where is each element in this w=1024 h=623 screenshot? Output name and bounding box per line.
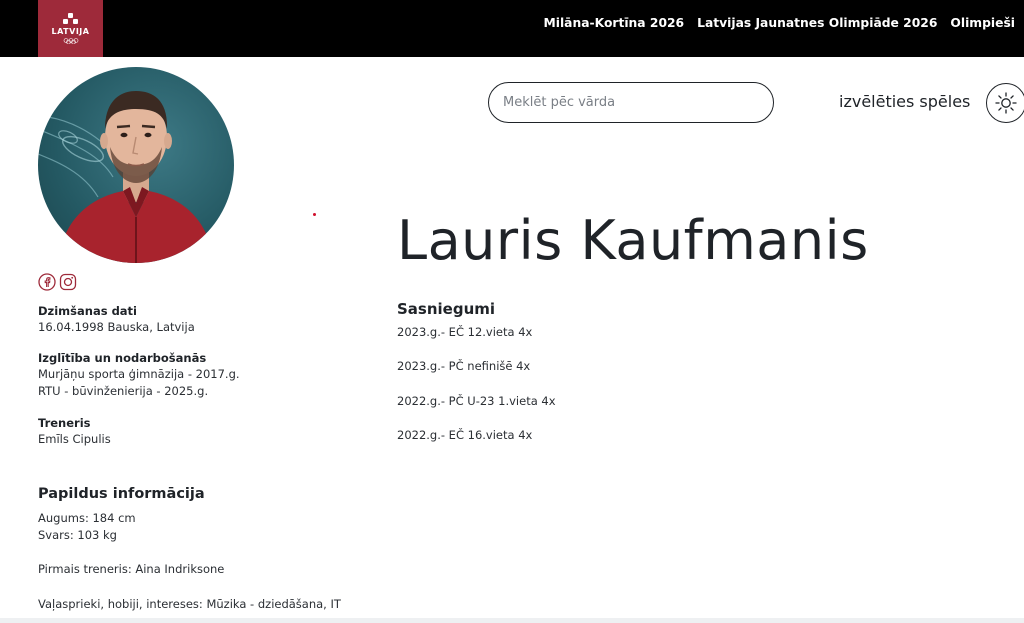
theme-toggle-button[interactable] bbox=[986, 83, 1024, 123]
birth-label: Dzimšanas dati bbox=[38, 304, 137, 318]
extra-info-heading: Papildus informācija bbox=[38, 486, 205, 502]
athlete-photo bbox=[38, 67, 234, 263]
instagram-icon bbox=[59, 273, 77, 291]
instagram-link[interactable] bbox=[59, 273, 77, 291]
education-label: Izglītība un nodarbošanās bbox=[38, 351, 207, 365]
athlete-name: Lauris Kaufmanis bbox=[397, 209, 869, 272]
bottom-scroll-strip bbox=[0, 618, 1024, 623]
search-input[interactable] bbox=[488, 82, 774, 123]
main-nav: Milāna-Kortīna 2026 Latvijas Jaunatnes O… bbox=[544, 16, 1015, 30]
olympic-rings-icon bbox=[63, 38, 78, 44]
education-value: Murjāņu sporta ģimnāzija - 2017.g. bbox=[38, 367, 240, 381]
achievement-item: 2023.g.- PČ nefinišē 4x bbox=[397, 359, 531, 373]
decorative-dot bbox=[313, 213, 316, 216]
social-links bbox=[38, 273, 77, 291]
education-value: RTU - būvinženierija - 2025.g. bbox=[38, 384, 209, 398]
top-bar: LATVIJA Milāna-Kortīna 2026 Latvijas Jau… bbox=[0, 0, 1024, 57]
coach-label: Treneris bbox=[38, 416, 91, 430]
achievement-item: 2023.g.- EČ 12.vieta 4x bbox=[397, 325, 533, 339]
achievement-item: 2022.g.- PČ U-23 1.vieta 4x bbox=[397, 394, 556, 408]
logo-mark-icon bbox=[62, 13, 80, 25]
facebook-icon bbox=[38, 273, 56, 291]
hobbies-value: Vaļasprieki, hobiji, intereses: Mūzika -… bbox=[38, 597, 341, 611]
birth-value: 16.04.1998 Bauska, Latvija bbox=[38, 320, 195, 334]
coach-value: Emīls Cipulis bbox=[38, 432, 111, 446]
education-info: Izglītība un nodarbošanās Murjāņu sporta… bbox=[38, 350, 358, 400]
nav-link-youth-olympics[interactable]: Latvijas Jaunatnes Olimpiāde 2026 bbox=[697, 16, 937, 30]
birth-info: Dzimšanas dati 16.04.1998 Bauska, Latvij… bbox=[38, 303, 358, 336]
sun-icon bbox=[995, 92, 1017, 114]
nav-link-olympians[interactable]: Olimpieši bbox=[950, 16, 1015, 30]
coach-info: Treneris Emīls Cipulis bbox=[38, 415, 358, 448]
logo-text: LATVIJA bbox=[51, 27, 90, 36]
facebook-link[interactable] bbox=[38, 273, 56, 291]
weight-value: Svars: 103 kg bbox=[38, 528, 117, 542]
achievements-heading: Sasniegumi bbox=[397, 300, 496, 318]
nav-link-milano-cortina[interactable]: Milāna-Kortīna 2026 bbox=[544, 16, 685, 30]
first-coach-value: Pirmais treneris: Aina Indriksone bbox=[38, 562, 225, 576]
height-value: Augums: 184 cm bbox=[38, 511, 136, 525]
latvija-olympic-logo[interactable]: LATVIJA bbox=[38, 0, 103, 57]
athlete-portrait-illustration bbox=[38, 91, 214, 263]
select-games-label[interactable]: izvēlēties spēles bbox=[839, 92, 970, 111]
achievement-item: 2022.g.- EČ 16.vieta 4x bbox=[397, 428, 533, 442]
